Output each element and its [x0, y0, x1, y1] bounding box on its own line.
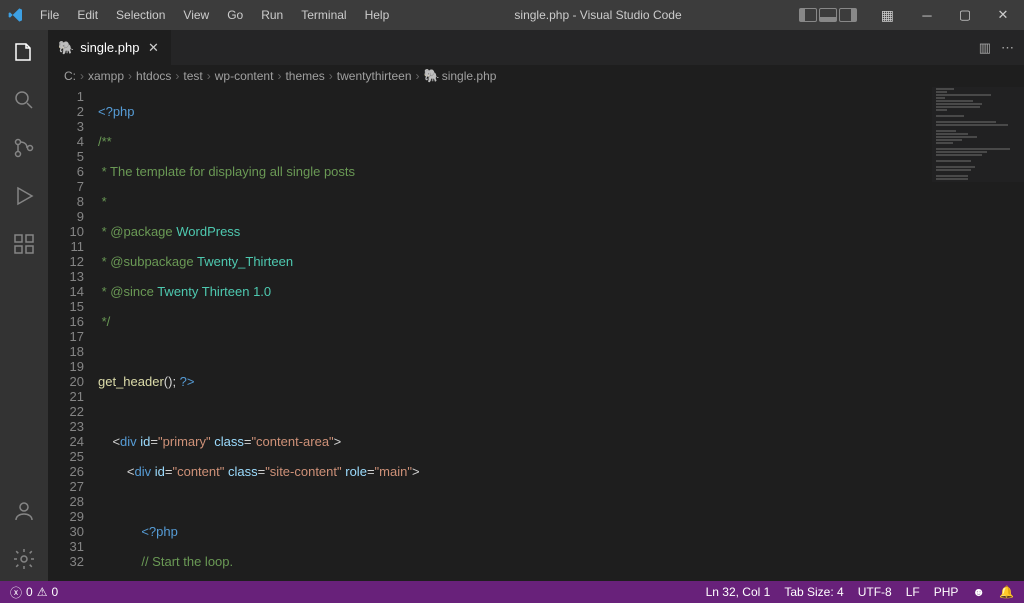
toggle-panel-icon[interactable]: [819, 8, 837, 22]
vscode-icon: [6, 5, 26, 25]
close-button[interactable]: ✕: [988, 0, 1018, 30]
menu-file[interactable]: File: [32, 4, 67, 26]
run-debug-icon[interactable]: [10, 182, 38, 210]
menu-terminal[interactable]: Terminal: [293, 4, 354, 26]
code-lines[interactable]: <?php /** * The template for displaying …: [98, 87, 1024, 581]
menu-run[interactable]: Run: [253, 4, 291, 26]
notifications-icon[interactable]: 🔔: [999, 585, 1014, 599]
breadcrumb-segment[interactable]: themes: [285, 69, 324, 83]
breadcrumb-segment[interactable]: xampp: [88, 69, 124, 83]
warning-icon: ⚠: [37, 585, 48, 599]
layout-buttons: [799, 8, 857, 22]
status-tab-size[interactable]: Tab Size: 4: [784, 585, 843, 599]
search-icon[interactable]: [10, 86, 38, 114]
editor-area: 🐘 single.php ✕ ▥ ⋯ C:› xampp› htdocs› te…: [48, 30, 1024, 581]
breadcrumb-segment[interactable]: twentythirteen: [337, 69, 412, 83]
maximize-button[interactable]: ▢: [950, 0, 980, 30]
menu-selection[interactable]: Selection: [108, 4, 173, 26]
breadcrumb-segment[interactable]: wp-content: [215, 69, 274, 83]
split-editor-icon[interactable]: ▥: [979, 40, 991, 56]
toggle-primary-sidebar-icon[interactable]: [799, 8, 817, 22]
menu-view[interactable]: View: [175, 4, 217, 26]
status-encoding[interactable]: UTF-8: [858, 585, 892, 599]
breadcrumb[interactable]: C:› xampp› htdocs› test› wp-content› the…: [48, 65, 1024, 87]
settings-gear-icon[interactable]: [10, 545, 38, 573]
status-language[interactable]: PHP: [934, 585, 959, 599]
status-problems[interactable]: ⓧ0 ⚠0: [10, 584, 58, 601]
breadcrumb-segment[interactable]: C:: [64, 69, 76, 83]
toggle-secondary-sidebar-icon[interactable]: [839, 8, 857, 22]
menu-edit[interactable]: Edit: [69, 4, 106, 26]
breadcrumb-segment[interactable]: single.php: [442, 69, 497, 83]
more-actions-icon[interactable]: ⋯: [1001, 40, 1014, 56]
customize-layout-icon[interactable]: ▦: [881, 7, 894, 24]
source-control-icon[interactable]: [10, 134, 38, 162]
menu-help[interactable]: Help: [357, 4, 398, 26]
error-icon: ⓧ: [10, 584, 22, 601]
title-bar: File Edit Selection View Go Run Terminal…: [0, 0, 1024, 30]
activity-bar: [0, 30, 48, 581]
window-title: single.php - Visual Studio Code: [399, 8, 796, 22]
breadcrumb-segment[interactable]: test: [183, 69, 202, 83]
status-bar: ⓧ0 ⚠0 Ln 32, Col 1 Tab Size: 4 UTF-8 LF …: [0, 581, 1024, 603]
status-ln-col[interactable]: Ln 32, Col 1: [706, 585, 771, 599]
code-editor[interactable]: 1234567891011121314151617181920212223242…: [48, 87, 1024, 581]
feedback-icon[interactable]: ☻: [972, 585, 985, 599]
status-eol[interactable]: LF: [906, 585, 920, 599]
breadcrumb-segment[interactable]: htdocs: [136, 69, 171, 83]
minimize-button[interactable]: ─: [912, 0, 942, 30]
extensions-icon[interactable]: [10, 230, 38, 258]
explorer-icon[interactable]: [10, 38, 38, 66]
editor-tabs: 🐘 single.php ✕ ▥ ⋯: [48, 30, 1024, 65]
php-file-icon: 🐘: [424, 68, 440, 84]
tab-single-php[interactable]: 🐘 single.php ✕: [48, 30, 172, 65]
accounts-icon[interactable]: [10, 497, 38, 525]
minimap[interactable]: [932, 87, 1024, 182]
tab-close-icon[interactable]: ✕: [145, 40, 161, 56]
menu-go[interactable]: Go: [219, 4, 251, 26]
php-file-icon: 🐘: [58, 40, 74, 56]
tab-label: single.php: [80, 40, 139, 55]
line-number-gutter: 1234567891011121314151617181920212223242…: [48, 87, 98, 581]
